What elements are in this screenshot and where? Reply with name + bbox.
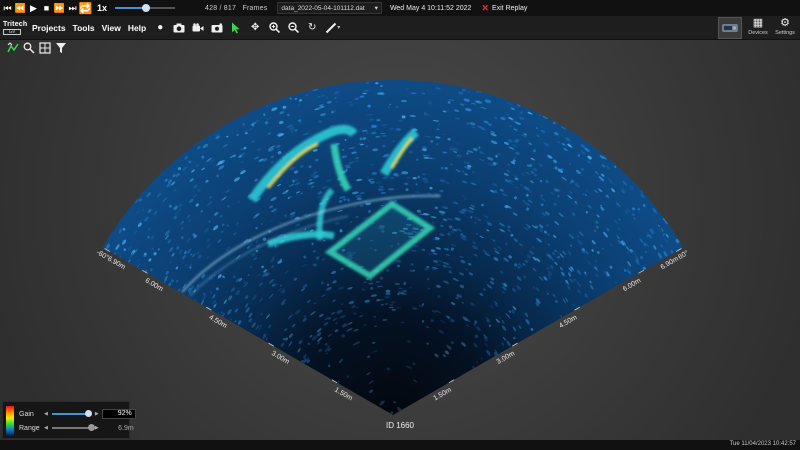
gain-label: Gain	[19, 410, 34, 418]
settings-label: Settings	[775, 30, 795, 36]
device-id-label: ID 1660	[386, 421, 415, 430]
replay-bar: ⏮ ⏪ ▶ ■ ⏩ ⏭ 🔁 1x 428 / 817 Frames data_2…	[0, 0, 800, 16]
zoom-out-icon[interactable]	[285, 20, 301, 36]
gain-row: Gain ◀ ▶ 92%	[19, 408, 136, 420]
fast-forward-icon[interactable]: ⏩	[54, 2, 65, 14]
range-decrease-icon[interactable]: ◀	[44, 425, 48, 431]
range-row: Range ◀ ▶ 6.9m	[19, 422, 137, 434]
camera-icon[interactable]	[171, 20, 187, 36]
gain-decrease-icon[interactable]: ◀	[44, 411, 48, 417]
chevron-down-icon: ▾	[374, 5, 378, 12]
speckle	[389, 127, 395, 130]
rotate-icon[interactable]: ↻	[304, 20, 320, 36]
pointer-arrow-icon[interactable]	[228, 20, 244, 36]
replay-file-name: data_2022-05-04-101112.dat	[281, 4, 365, 12]
sonar-fan-view[interactable]: 6.90m6.00m4.50m3.00m1.50m6.90m6.00m4.50m…	[0, 40, 800, 440]
devices-button[interactable]: ▦ Devices	[747, 17, 769, 39]
settings-button[interactable]: ⚙ Settings	[774, 17, 796, 39]
gain-slider[interactable]	[51, 410, 92, 417]
view-tools	[6, 40, 67, 55]
auto-range-icon[interactable]	[6, 41, 19, 54]
skip-end-icon[interactable]: ⏭	[67, 2, 78, 14]
devices-label: Devices	[748, 30, 768, 36]
menu-tools[interactable]: Tools	[73, 23, 95, 33]
rewind-icon[interactable]: ⏪	[15, 2, 26, 14]
right-buttons: ▦ Devices ⚙ Settings	[718, 17, 796, 39]
grid-overlay-icon[interactable]	[38, 41, 51, 54]
logo-brand: Tritech	[3, 20, 28, 28]
replay-progress-slider[interactable]	[115, 4, 176, 12]
range-label: Range	[19, 424, 40, 432]
sonar-device-thumbnail[interactable]	[718, 17, 742, 39]
zoom-in-icon[interactable]	[266, 20, 282, 36]
gain-increase-icon[interactable]: ▶	[95, 411, 99, 417]
exit-replay-label: Exit Replay	[491, 4, 528, 12]
gain-range-panel: Gain ◀ ▶ 92% Range ◀ ▶ 6.9m	[2, 401, 136, 439]
gain-slider-fill	[51, 413, 89, 415]
menu-projects[interactable]: Projects	[32, 23, 66, 33]
skip-start-icon[interactable]: ⏮	[2, 2, 13, 14]
main-toolbar: Tritech Gv Projects Tools View Help ● ✥ …	[0, 16, 800, 40]
loop-icon[interactable]: 🔁	[79, 2, 93, 15]
palette-zoom-icon[interactable]	[22, 41, 35, 54]
stop-icon[interactable]: ■	[41, 2, 52, 14]
menu-view[interactable]: View	[102, 23, 121, 33]
frames-label: Frames	[242, 4, 268, 12]
range-slider-knob[interactable]	[87, 424, 95, 431]
filter-funnel-icon[interactable]	[54, 41, 67, 54]
status-time: Tue 11/04/2023 10:42:57	[729, 441, 796, 447]
range-value[interactable]: 6.9m	[103, 425, 137, 432]
speckle	[391, 300, 396, 304]
menu-help[interactable]: Help	[128, 23, 146, 33]
gain-slider-knob[interactable]	[84, 410, 92, 417]
replay-speed[interactable]: 1x	[97, 3, 107, 13]
replay-progress-knob[interactable]	[142, 4, 151, 12]
replay-file-select[interactable]: data_2022-05-04-101112.dat ▾	[277, 2, 382, 14]
frame-current: 428	[205, 4, 218, 12]
replay-date: Wed May 4 10:11:52 2022	[389, 4, 472, 12]
gear-icon: ⚙	[780, 17, 790, 29]
range-slider[interactable]	[51, 424, 95, 431]
range-increase-icon[interactable]: ▶	[95, 425, 99, 431]
close-icon: ✕	[481, 2, 489, 13]
frame-total: 817	[223, 4, 237, 12]
gain-value[interactable]: 92%	[101, 409, 136, 419]
color-palette-bar[interactable]	[6, 406, 14, 436]
frame-counter: 428 / 817 Frames	[205, 5, 267, 12]
speckle	[392, 140, 396, 142]
logo-sub: Gv	[3, 28, 21, 35]
video-camera-icon[interactable]	[190, 20, 206, 36]
snapshot-camera-icon[interactable]	[209, 20, 225, 36]
status-bar: Tue 11/04/2023 10:42:57	[0, 440, 800, 450]
frame-separator: /	[219, 4, 222, 12]
record-icon[interactable]: ●	[152, 20, 168, 36]
measure-dropdown-chevron-icon[interactable]: ▾	[337, 24, 340, 31]
exit-replay-button[interactable]: ✕ Exit Replay	[481, 3, 527, 14]
speckle	[389, 176, 395, 180]
range-slider-fill	[51, 427, 92, 429]
pan-move-icon[interactable]: ✥	[247, 20, 263, 36]
tritech-logo: Tritech Gv	[3, 18, 28, 38]
play-icon[interactable]: ▶	[28, 2, 39, 14]
devices-grid-icon: ▦	[752, 17, 764, 29]
